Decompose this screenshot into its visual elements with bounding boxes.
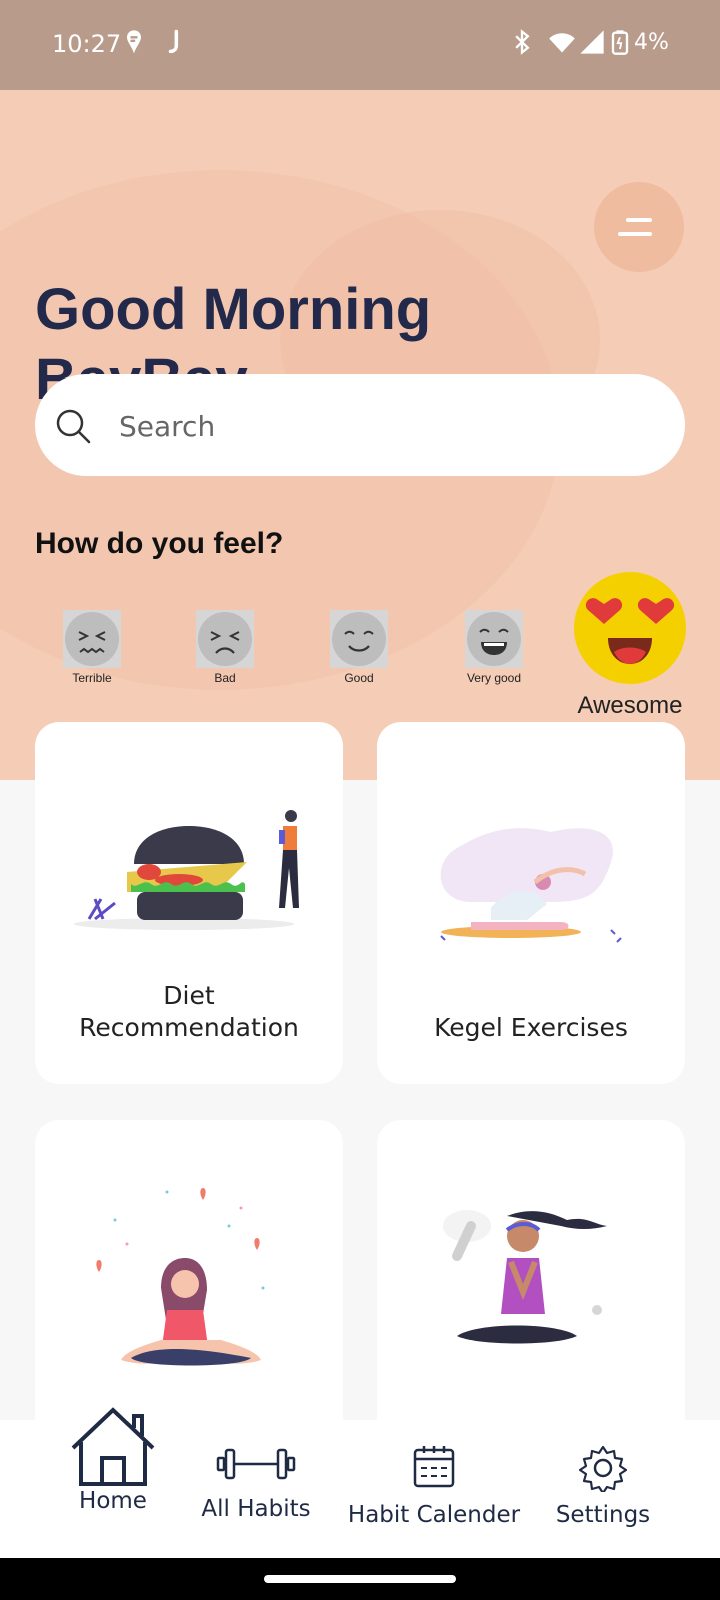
mood-very-good[interactable]: Very good <box>454 610 534 685</box>
home-icon <box>71 1407 155 1486</box>
hero-section: Good Morning BavBav How do you feel? Ter… <box>0 90 720 780</box>
jio-icon <box>168 29 179 54</box>
bad-face-icon <box>196 610 254 668</box>
mood-bad[interactable]: Bad <box>193 610 257 685</box>
card-title: Diet Recommendation <box>79 981 299 1042</box>
meditation-illustration <box>96 1188 265 1366</box>
feature-cards: Diet Recommendation Kegel Exercises <box>35 722 685 1482</box>
nav-label: Home <box>79 1488 147 1514</box>
very-good-face-icon <box>465 610 523 668</box>
calendar-icon <box>413 1446 455 1488</box>
heart-eyes-face-icon <box>574 572 686 684</box>
mood-label: Awesome <box>577 692 683 719</box>
mood-awesome[interactable]: Awesome <box>560 572 700 720</box>
menu-icon <box>626 218 652 222</box>
greeting-text: Good Morning <box>35 277 432 342</box>
mood-title: How do you feel? <box>35 527 284 560</box>
mood-label: Terrible <box>72 671 112 685</box>
yoga-woman-illustration <box>443 1210 607 1344</box>
mood-label: Bad <box>214 671 236 685</box>
dumbbell-icon <box>216 1448 296 1480</box>
bluetooth-icon <box>515 29 530 55</box>
nav-settings[interactable]: Settings <box>548 1444 658 1528</box>
nav-label: Settings <box>555 1502 651 1528</box>
system-navigation-bar <box>0 1558 720 1600</box>
mood-label: Very good <box>466 671 522 685</box>
burger-illustration <box>74 810 299 930</box>
battery-percent: 4% <box>634 30 669 55</box>
menu-icon-line <box>618 232 652 236</box>
stretching-woman-illustration <box>440 828 622 943</box>
signal-icon <box>580 30 604 54</box>
nav-label: All Habits <box>201 1496 311 1522</box>
search-bar[interactable] <box>35 374 685 476</box>
nav-home[interactable]: Home <box>68 1406 158 1514</box>
mood-good[interactable]: Good <box>327 610 391 685</box>
card-title: Kegel Exercises <box>434 1013 628 1042</box>
mood-terrible[interactable]: Terrible <box>60 610 124 685</box>
home-gesture-bar[interactable] <box>264 1575 456 1583</box>
swiggy-icon <box>127 30 141 54</box>
status-time: 10:27 <box>52 30 122 58</box>
card-kegel-exercises[interactable]: Kegel Exercises <box>377 722 685 1084</box>
terrible-face-icon <box>63 610 121 668</box>
nav-label: Habit Calender <box>347 1502 521 1528</box>
nav-all-habits[interactable]: All Habits <box>196 1444 316 1522</box>
bottom-navigation: Home All Habits Habit Calender Settings <box>0 1407 720 1558</box>
search-input[interactable] <box>117 396 661 456</box>
nav-habit-calendar[interactable]: Habit Calender <box>344 1444 524 1528</box>
status-bar: 10:27 4% <box>0 0 720 90</box>
good-face-icon <box>330 610 388 668</box>
gear-icon <box>579 1445 627 1492</box>
search-icon <box>56 409 91 444</box>
wifi-icon <box>549 33 575 53</box>
battery-icon <box>611 30 629 55</box>
card-diet-recommendation[interactable]: Diet Recommendation <box>35 722 343 1084</box>
menu-button[interactable] <box>594 182 684 272</box>
mood-label: Good <box>344 671 374 685</box>
